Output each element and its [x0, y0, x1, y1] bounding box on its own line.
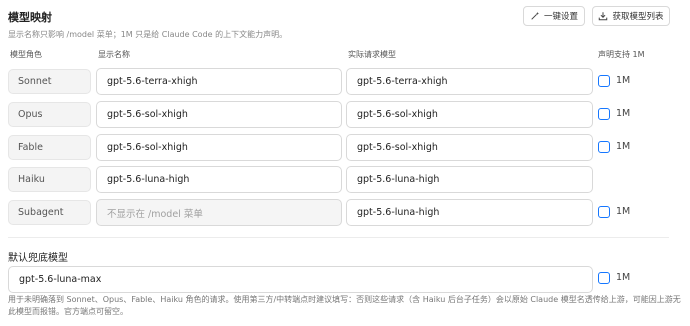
- declare-1m-checkbox[interactable]: [598, 108, 610, 120]
- magic-wand-icon: [531, 11, 540, 20]
- role-label: Opus: [8, 102, 91, 127]
- declare-1m-label: 1M: [616, 206, 631, 217]
- display-name-input[interactable]: gpt-5.6-sol-xhigh: [96, 134, 342, 161]
- declare-1m-label: 1M: [616, 108, 631, 119]
- fetch-model-list-label: 获取模型列表: [612, 12, 664, 22]
- column-header-actual: 实际请求模型: [348, 50, 396, 59]
- display-name-input: 不显示在 /model 菜单: [96, 199, 342, 226]
- declare-1m-label: 1M: [616, 141, 631, 152]
- one-click-setup-button[interactable]: 一键设置: [523, 6, 585, 26]
- column-header-role: 模型角色: [10, 50, 42, 59]
- declare-1m-checkbox[interactable]: [598, 206, 610, 218]
- column-header-declare-1m: 声明支持 1M: [598, 50, 645, 59]
- page-title: 模型映射: [8, 11, 52, 24]
- fallback-note: 用于未明确落到 Sonnet、Opus、Fable、Haiku 角色的请求。使用…: [8, 295, 681, 316]
- actual-model-input[interactable]: gpt-5.6-luna-high: [346, 199, 593, 226]
- fallback-declare-1m-label: 1M: [616, 272, 631, 283]
- actual-model-input[interactable]: gpt-5.6-terra-xhigh: [346, 68, 593, 95]
- download-icon: [599, 12, 608, 21]
- role-label: Subagent: [8, 200, 91, 225]
- role-label: Fable: [8, 135, 91, 160]
- fallback-title: 默认兜底模型: [8, 253, 68, 264]
- actual-model-input[interactable]: gpt-5.6-luna-high: [346, 166, 593, 193]
- one-click-setup-label: 一键设置: [543, 12, 578, 22]
- display-name-input[interactable]: gpt-5.6-luna-high: [96, 166, 342, 193]
- fallback-declare-1m-checkbox[interactable]: [598, 272, 610, 284]
- section-divider: [8, 237, 669, 238]
- declare-1m-checkbox[interactable]: [598, 141, 610, 153]
- column-header-display: 显示名称: [98, 50, 130, 59]
- fetch-model-list-button[interactable]: 获取模型列表: [592, 6, 670, 26]
- actual-model-input[interactable]: gpt-5.6-sol-xhigh: [346, 134, 593, 161]
- declare-1m-checkbox[interactable]: [598, 75, 610, 87]
- declare-1m-label: 1M: [616, 75, 631, 86]
- role-label: Sonnet: [8, 69, 91, 94]
- display-name-input[interactable]: gpt-5.6-terra-xhigh: [96, 68, 342, 95]
- role-label: Haiku: [8, 167, 91, 192]
- actual-model-input[interactable]: gpt-5.6-sol-xhigh: [346, 101, 593, 128]
- fallback-model-input[interactable]: gpt-5.6-luna-max: [8, 266, 593, 293]
- display-name-input[interactable]: gpt-5.6-sol-xhigh: [96, 101, 342, 128]
- page-subtitle: 显示名称只影响 /model 菜单；1M 只是给 Claude Code 的上下…: [8, 30, 288, 39]
